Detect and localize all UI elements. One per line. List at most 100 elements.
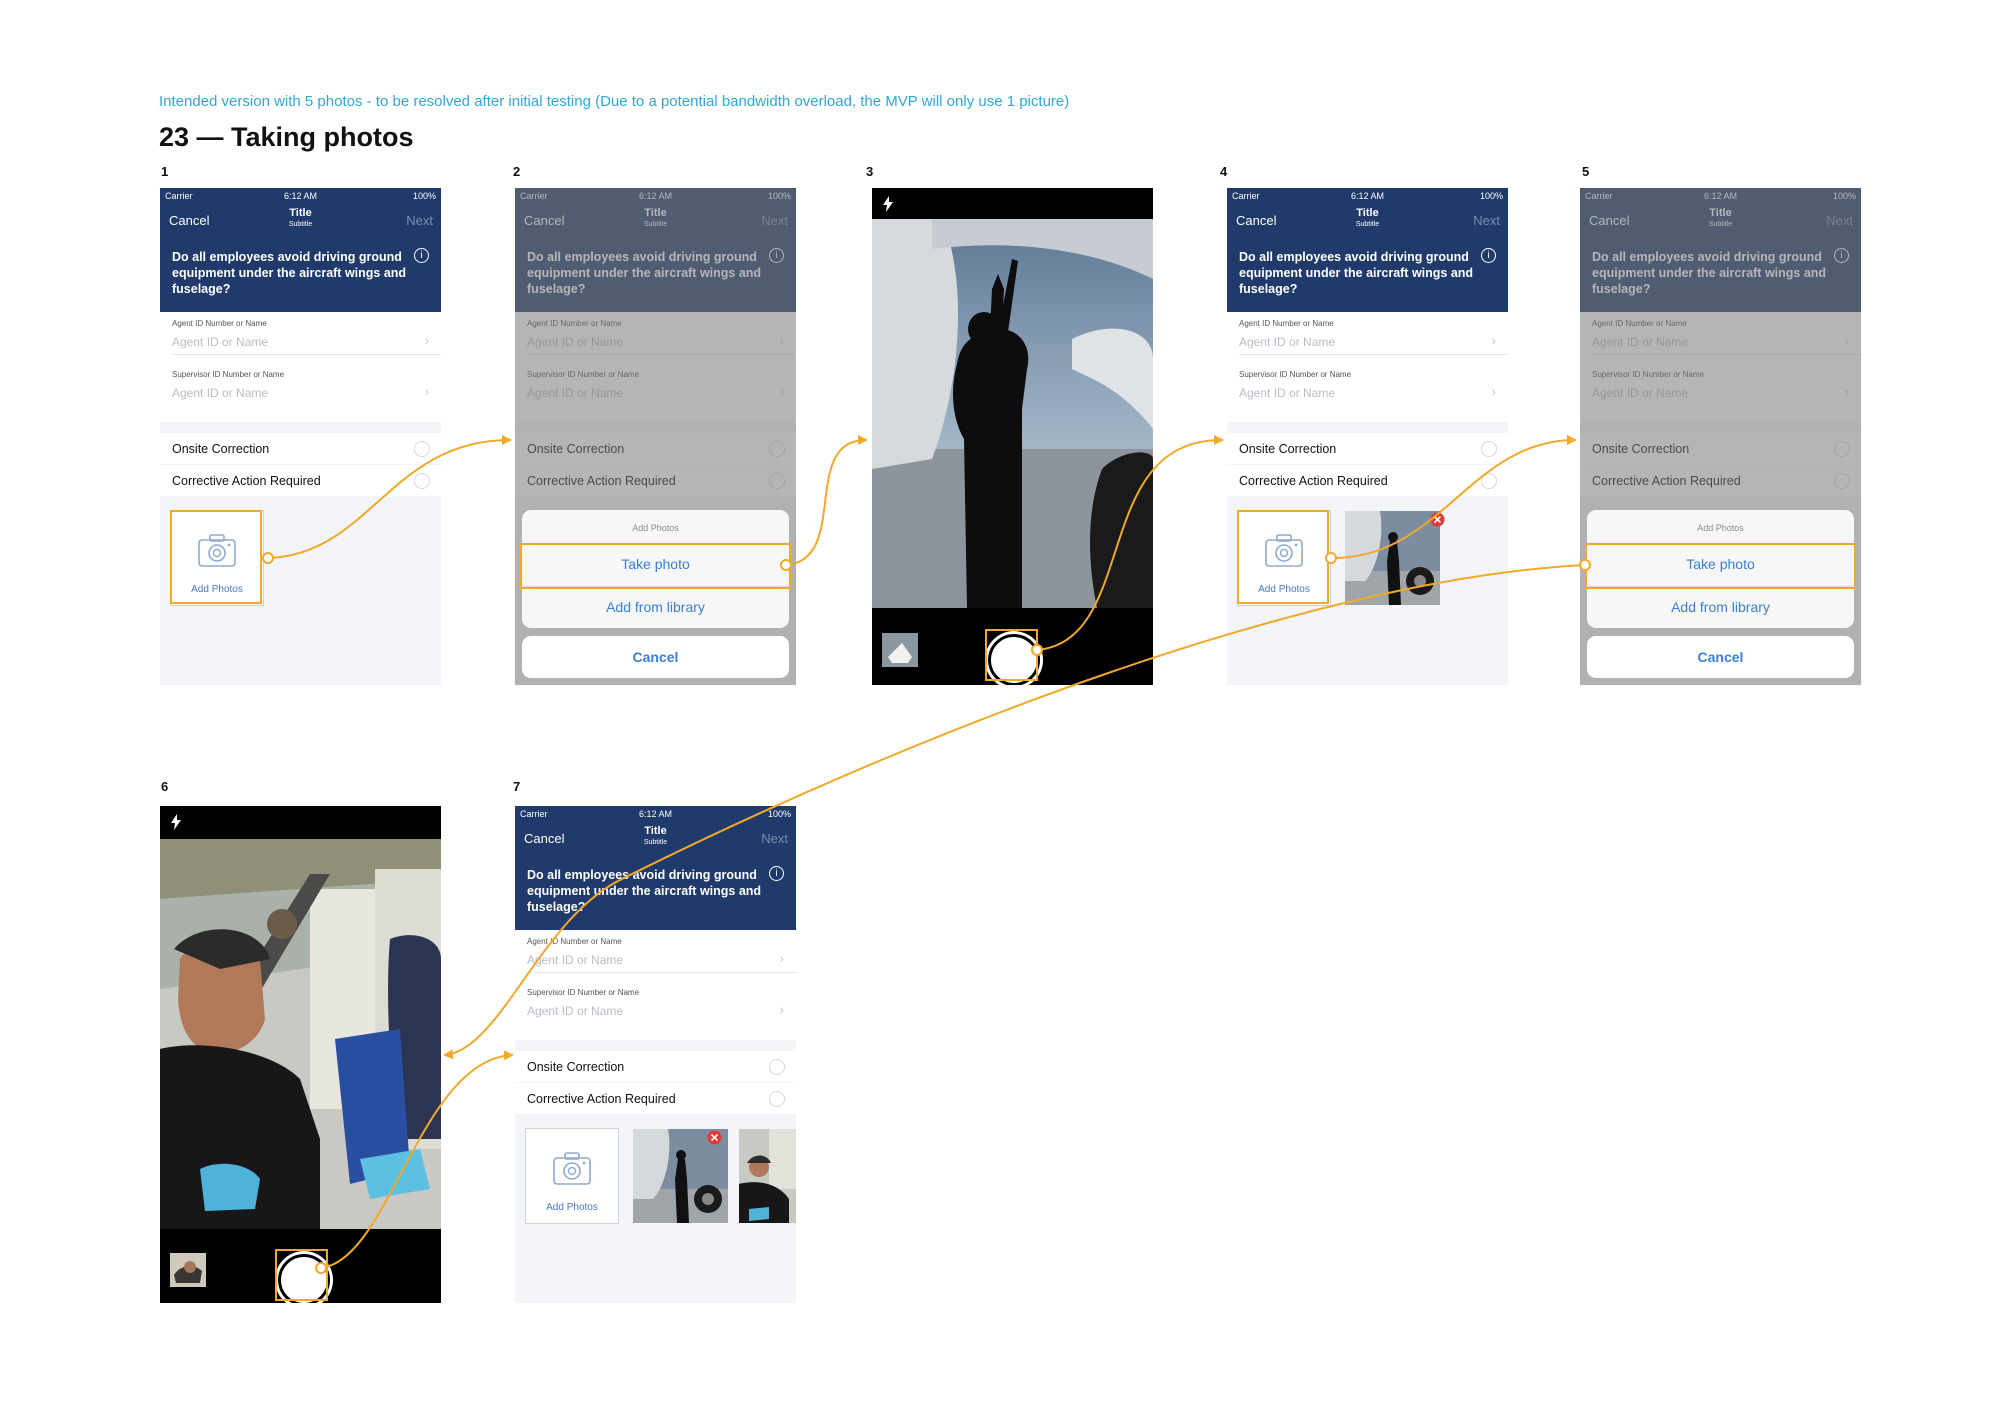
- chevron-right-icon: ›: [1491, 384, 1496, 399]
- flow-arrow-2-to-3: [785, 435, 868, 566]
- highlight-frame: [170, 510, 262, 604]
- supervisor-field[interactable]: Agent ID or Name: [172, 386, 268, 400]
- last-photo-thumbnail[interactable]: [882, 633, 918, 667]
- action-sheet-cancel-button[interactable]: Cancel: [522, 636, 789, 678]
- nav-subtitle: Subtitle: [643, 839, 668, 846]
- header-note: Intended version with 5 photos - to be r…: [159, 93, 1070, 110]
- radio-button[interactable]: [414, 441, 430, 457]
- cancel-label: Cancel: [1697, 649, 1744, 665]
- screen-number-5: 5: [1582, 164, 1590, 179]
- supervisor-field-label: Supervisor ID Number or Name: [1239, 370, 1352, 379]
- id-fields: Agent ID Number or Name Agent ID or Name…: [515, 930, 796, 1040]
- nav-next-button[interactable]: Next: [761, 831, 788, 846]
- question-block: Do all employees avoid driving ground eq…: [515, 852, 796, 930]
- battery-label: 100%: [412, 191, 436, 201]
- add-photos-label: Add Photos: [546, 1202, 598, 1213]
- nav-title: Title: [1356, 207, 1379, 219]
- chevron-right-icon: ›: [779, 951, 784, 966]
- nav-next-button[interactable]: Next: [406, 213, 433, 228]
- option-label: Onsite Correction: [172, 442, 270, 456]
- photo-thumbnail[interactable]: [1345, 511, 1440, 605]
- screen-7-multiple-photos: Carrier 6:12 AM 100% Cancel Title Subtit…: [515, 806, 796, 1303]
- nav-subtitle: Subtitle: [1355, 221, 1380, 228]
- radio-button[interactable]: [769, 1091, 785, 1107]
- option-corrective-action[interactable]: Corrective Action Required: [1227, 465, 1508, 496]
- screen-4-one-photo: Carrier 6:12 AM 100% Cancel Title Subtit…: [1227, 188, 1508, 685]
- chevron-right-icon: ›: [424, 384, 429, 399]
- screen-number-3: 3: [866, 164, 874, 179]
- radio-button[interactable]: [414, 473, 430, 489]
- chevron-right-icon: ›: [779, 1002, 784, 1017]
- nav-bar: Cancel Title Subtitle Next: [160, 204, 441, 234]
- screen-number-4: 4: [1220, 164, 1228, 179]
- screen-5-action-sheet: Carrier 6:12 AM 100% Cancel Title Subtit…: [1580, 188, 1861, 685]
- option-onsite-correction[interactable]: Onsite Correction: [515, 1051, 796, 1082]
- photo-thumbnail[interactable]: [739, 1129, 796, 1223]
- flash-icon[interactable]: [882, 196, 894, 212]
- screen-number-7: 7: [513, 779, 521, 794]
- option-onsite-correction[interactable]: Onsite Correction: [160, 433, 441, 464]
- flash-icon[interactable]: [170, 814, 182, 830]
- agent-field[interactable]: Agent ID or Name: [172, 335, 268, 349]
- highlight-frame: [1585, 543, 1856, 589]
- action-sheet-cancel-button[interactable]: Cancel: [1587, 636, 1854, 678]
- supervisor-field[interactable]: Agent ID or Name: [1239, 386, 1335, 400]
- supervisor-field-label: Supervisor ID Number or Name: [527, 988, 640, 997]
- add-from-library-option[interactable]: Add from library: [522, 599, 789, 615]
- photo-thumbnail-image: [1345, 511, 1440, 605]
- add-from-library-option[interactable]: Add from library: [1587, 599, 1854, 615]
- question-block: Do all employees avoid driving ground eq…: [160, 234, 441, 312]
- screen-number-6: 6: [161, 779, 169, 794]
- action-sheet-header: Add Photos: [632, 523, 679, 533]
- highlight-frame: [275, 1249, 328, 1301]
- nav-next-button[interactable]: Next: [1473, 213, 1500, 228]
- info-icon[interactable]: i: [1481, 248, 1496, 263]
- battery-label: 100%: [1479, 191, 1503, 201]
- photo-thumbnail-image: [170, 1253, 206, 1287]
- status-time: 6:12 AM: [1350, 191, 1385, 201]
- screen-number-1: 1: [161, 164, 169, 179]
- highlight-frame: [520, 543, 791, 589]
- add-photos-button[interactable]: Add Photos: [525, 1128, 619, 1224]
- agent-field[interactable]: Agent ID or Name: [527, 953, 623, 967]
- option-label: Corrective Action Required: [172, 474, 321, 488]
- remove-photo-icon[interactable]: [1430, 512, 1445, 527]
- remove-photo-icon[interactable]: [707, 1130, 722, 1145]
- supervisor-field-label: Supervisor ID Number or Name: [172, 370, 285, 379]
- radio-button[interactable]: [769, 1059, 785, 1075]
- screen-1-form: Carrier 6:12 AM 100% Cancel Title Subtit…: [160, 188, 441, 685]
- agent-field-label: Agent ID Number or Name: [172, 319, 267, 328]
- page-title: 23 — Taking photos: [159, 122, 414, 152]
- option-label: Onsite Correction: [527, 1060, 625, 1074]
- camera-viewfinder: [160, 839, 441, 1229]
- highlight-frame: [985, 629, 1038, 681]
- info-icon[interactable]: i: [414, 248, 429, 263]
- info-icon[interactable]: i: [769, 866, 784, 881]
- option-onsite-correction[interactable]: Onsite Correction: [1227, 433, 1508, 464]
- chevron-right-icon: ›: [424, 333, 429, 348]
- agent-field-label: Agent ID Number or Name: [1239, 319, 1334, 328]
- option-corrective-action[interactable]: Corrective Action Required: [160, 465, 441, 496]
- last-photo-thumbnail[interactable]: [170, 1253, 206, 1287]
- nav-bar: Cancel Title Subtitle Next: [1227, 204, 1508, 234]
- id-fields: Agent ID Number or Name Agent ID or Name…: [160, 312, 441, 422]
- option-corrective-action[interactable]: Corrective Action Required: [515, 1083, 796, 1114]
- status-bar: Carrier 6:12 AM 100%: [1227, 188, 1508, 204]
- screen-number-2: 2: [513, 164, 521, 179]
- screen-3-camera: [872, 188, 1153, 685]
- camera-viewfinder: [872, 219, 1153, 608]
- status-time: 6:12 AM: [283, 191, 318, 201]
- supervisor-field[interactable]: Agent ID or Name: [527, 1004, 623, 1018]
- agent-field[interactable]: Agent ID or Name: [1239, 335, 1335, 349]
- radio-button[interactable]: [1481, 441, 1497, 457]
- photo-thumbnail-image: [739, 1129, 796, 1223]
- radio-button[interactable]: [1481, 473, 1497, 489]
- question-text: Do all employees avoid driving ground eq…: [172, 250, 407, 296]
- screen-6-camera: [160, 806, 441, 1303]
- nav-bar: Cancel Title Subtitle Next: [515, 822, 796, 852]
- question-block: Do all employees avoid driving ground eq…: [1227, 234, 1508, 312]
- option-label: Onsite Correction: [1239, 442, 1337, 456]
- cancel-label: Cancel: [632, 649, 679, 665]
- status-time: 6:12 AM: [638, 809, 673, 819]
- action-sheet-header: Add Photos: [1697, 523, 1744, 533]
